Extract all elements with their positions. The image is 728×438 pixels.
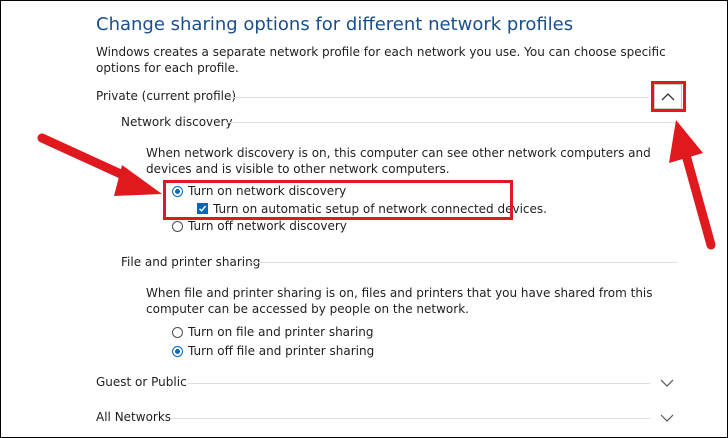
left-arrow-head	[114, 165, 162, 196]
right-arrow-shaft	[681, 150, 716, 250]
right-arrow-head	[669, 120, 703, 163]
annotation-arrows	[37, 120, 716, 250]
